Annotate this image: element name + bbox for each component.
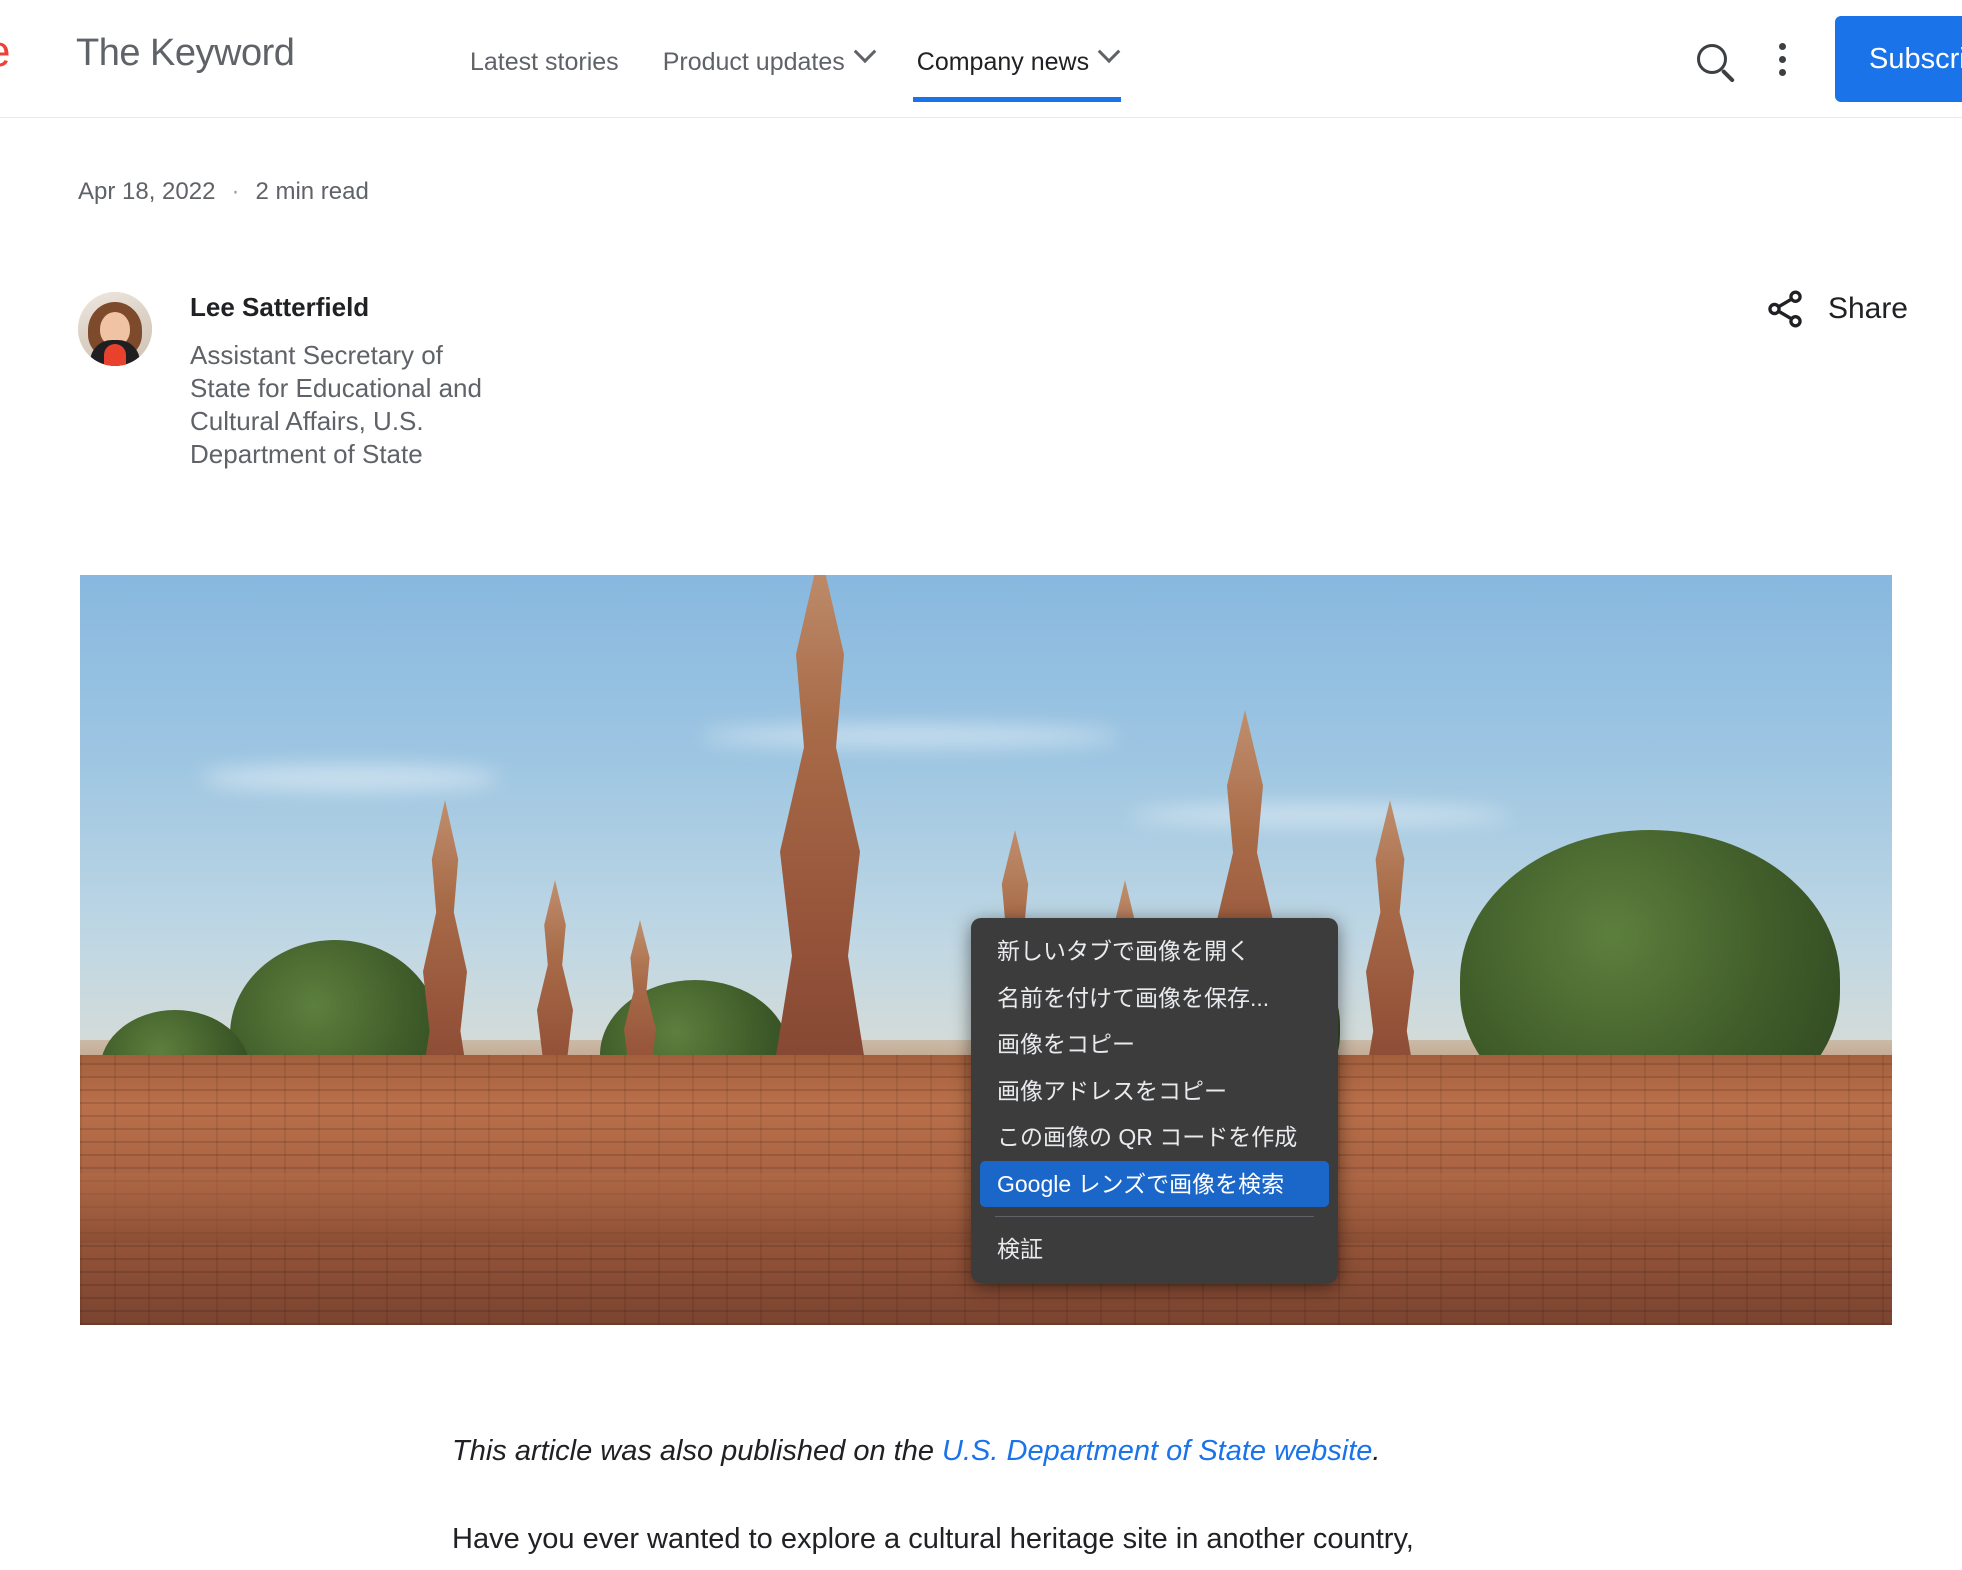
context-menu-item-copy-image-address[interactable]: 画像アドレスをコピー [971, 1068, 1338, 1115]
article-meta: Apr 18, 2022 · 2 min read [78, 178, 369, 206]
article-body: This article was also published on the U… [452, 1430, 1552, 1561]
cloud [1130, 805, 1510, 825]
context-menu-item-create-qr-code[interactable]: この画像の QR コードを作成 [971, 1114, 1338, 1161]
nav-label: Latest stories [470, 48, 619, 76]
site-header: e The Keyword Latest stories Product upd… [0, 0, 1962, 118]
lede-paragraph: This article was also published on the U… [452, 1430, 1552, 1474]
search-button[interactable] [1677, 24, 1747, 94]
lede-prefix: This article was also published on the [452, 1435, 943, 1467]
nav-item-product-updates[interactable]: Product updates [641, 0, 895, 118]
overflow-menu-button[interactable] [1747, 24, 1817, 94]
search-icon [1697, 44, 1728, 74]
first-paragraph: Have you ever wanted to explore a cultur… [452, 1522, 1414, 1555]
share-icon [1768, 290, 1802, 328]
share-label: Share [1827, 292, 1908, 325]
lede-suffix: . [1372, 1435, 1381, 1467]
publish-date: Apr 18, 2022 [78, 178, 216, 205]
state-dept-link[interactable]: U.S. Department of State website [942, 1435, 1372, 1467]
cloud [700, 725, 1120, 747]
author-name: Lee Satterfield [190, 292, 370, 322]
meta-separator: · [231, 178, 240, 205]
context-menu-item-search-with-google-lens[interactable]: Google レンズで画像を検索 [980, 1160, 1329, 1207]
context-menu-item-save-image-as[interactable]: 名前を付けて画像を保存... [971, 975, 1338, 1022]
context-menu-item-open-image-new-tab[interactable]: 新しいタブで画像を開く [971, 928, 1338, 975]
more-vertical-icon [1778, 42, 1786, 76]
context-menu-separator [995, 1216, 1314, 1217]
subscribe-button[interactable]: Subscribe [1835, 16, 1962, 102]
google-logo-fragment[interactable]: e [0, 27, 11, 77]
nav-label: Product updates [662, 48, 845, 76]
image-context-menu[interactable]: 新しいタブで画像を開く 名前を付けて画像を保存... 画像をコピー 画像アドレス… [971, 918, 1338, 1283]
author-text: Lee Satterfield Assistant Secretary of S… [190, 292, 490, 471]
share-button[interactable]: Share [1764, 288, 1908, 330]
read-time: 2 min read [255, 178, 369, 205]
context-menu-item-inspect[interactable]: 検証 [971, 1226, 1338, 1273]
primary-nav: Latest stories Product updates Company n… [448, 0, 1139, 118]
nav-label: Company news [916, 48, 1090, 76]
author-title: Assistant Secretary of State for Educati… [190, 340, 482, 470]
chevron-down-icon [1097, 40, 1121, 64]
avatar [78, 292, 152, 366]
header-actions: Subscribe [1677, 0, 1962, 118]
author-block: Lee Satterfield Assistant Secretary of S… [78, 292, 778, 471]
nav-item-company-news[interactable]: Company news [895, 0, 1139, 118]
context-menu-item-copy-image[interactable]: 画像をコピー [971, 1021, 1338, 1068]
chevron-down-icon [853, 40, 877, 64]
brand-title[interactable]: The Keyword [76, 32, 295, 75]
nav-item-latest-stories[interactable]: Latest stories [448, 0, 641, 118]
cloud [200, 765, 500, 791]
